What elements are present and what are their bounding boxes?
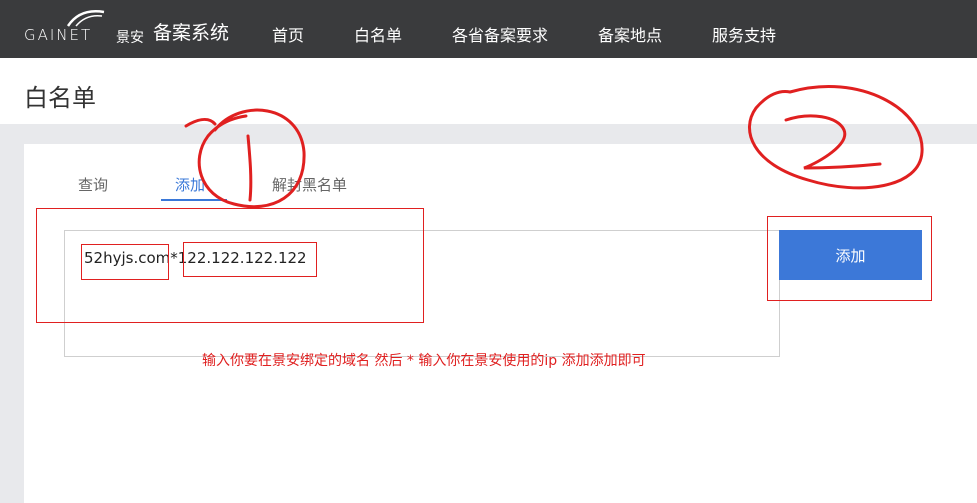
nav-service-support[interactable]: 服务支持 xyxy=(712,22,776,46)
logo[interactable]: GAINET 景安 xyxy=(24,6,148,48)
annotation-box-domain xyxy=(81,244,169,280)
top-navbar: GAINET 景安 备案系统 首页 白名单 各省备案要求 备案地点 服务支持 xyxy=(0,0,977,58)
nav-province-requirements[interactable]: 各省备案要求 xyxy=(452,22,548,46)
nav-filing-locations[interactable]: 备案地点 xyxy=(598,22,662,46)
logo-swoosh-icon xyxy=(66,10,105,27)
tab-query[interactable]: 查询 xyxy=(78,174,108,195)
tab-add[interactable]: 添加 xyxy=(175,174,205,195)
system-title: 备案系统 xyxy=(153,22,230,44)
annotation-hint: 输入你要在景安绑定的域名 然后 * 输入你在景安使用的ip 添加添加即可 xyxy=(202,353,646,369)
active-tab-indicator xyxy=(161,199,227,201)
nav-home[interactable]: 首页 xyxy=(272,22,304,46)
nav-whitelist[interactable]: 白名单 xyxy=(354,22,402,46)
annotation-box-button xyxy=(767,216,932,301)
page-title: 白名单 xyxy=(24,84,96,112)
logo-brand-text: GAINET xyxy=(24,26,93,44)
logo-cn-text: 景安 xyxy=(116,30,144,46)
page-title-bar: 白名单 xyxy=(0,58,977,124)
annotation-box-ip xyxy=(183,242,317,277)
whitelist-card: 查询 添加 解封黑名单 52hyjs.com*122.122.122.122 添… xyxy=(24,144,977,503)
tab-unblock-blacklist[interactable]: 解封黑名单 xyxy=(272,174,347,195)
